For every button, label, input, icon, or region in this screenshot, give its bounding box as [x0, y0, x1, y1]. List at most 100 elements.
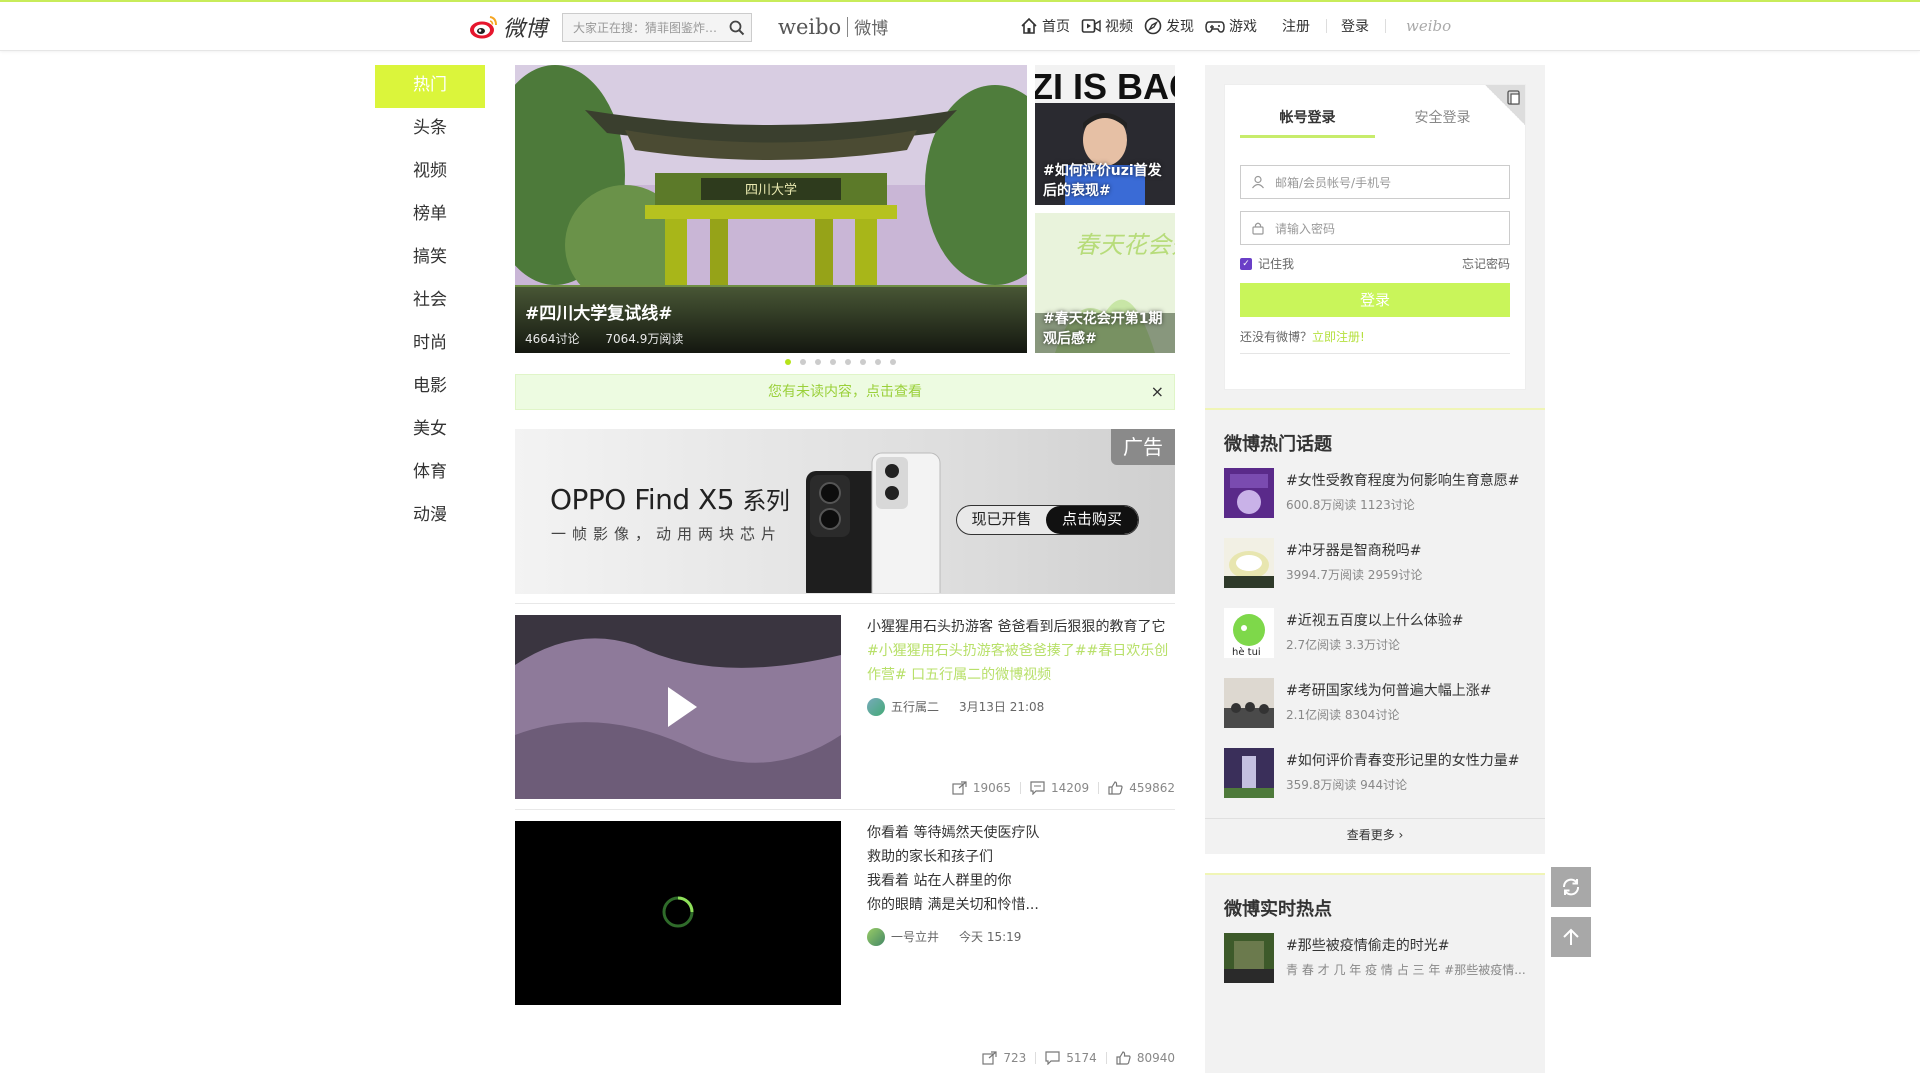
- nav-games[interactable]: 游戏: [1205, 16, 1257, 36]
- topic-title[interactable]: #那些被疫情偷走的时光#: [1286, 935, 1449, 955]
- carousel-dot[interactable]: [830, 359, 836, 365]
- like-count: 459862: [1129, 781, 1175, 795]
- nav-video-label: 视频: [1105, 19, 1133, 35]
- search-box[interactable]: 大家正在搜：猜菲图鉴炸…: [562, 13, 752, 42]
- topic-title[interactable]: #冲牙器是智商税吗#: [1286, 540, 1421, 560]
- author-name[interactable]: 五行属二: [891, 695, 939, 719]
- author-name[interactable]: 一号立井: [891, 925, 939, 949]
- leftnav-item-video[interactable]: 视频: [375, 151, 485, 194]
- login-button[interactable]: 登录: [1240, 283, 1510, 317]
- carousel-dot[interactable]: [845, 359, 851, 365]
- comment-icon: [1045, 1051, 1060, 1065]
- share-count: 723: [1003, 1051, 1027, 1065]
- feed-divider: [515, 809, 1175, 810]
- unread-notice[interactable]: 您有未读内容，点击查看 ×: [515, 374, 1175, 410]
- share-stat[interactable]: 19065: [952, 781, 1011, 795]
- home-icon: [1021, 17, 1037, 34]
- leftnav-item-hot[interactable]: 热门: [375, 65, 485, 108]
- post-line[interactable]: 你的眼睛 满是关切和怜惜...: [867, 893, 1175, 917]
- leftnav-item-funny[interactable]: 搞笑: [375, 237, 485, 280]
- nav-discover[interactable]: 发现: [1144, 16, 1194, 36]
- leftnav-item-anime[interactable]: 动漫: [375, 495, 485, 538]
- carousel-side-slide-1[interactable]: ZI IS BAC #如何评价uzi首发后的表现#: [1035, 65, 1175, 205]
- ad-tag: 广告: [1111, 429, 1175, 465]
- topic-title[interactable]: #女性受教育程度为何影响生育意愿#: [1286, 470, 1519, 490]
- forgot-password-link[interactable]: 忘记密码: [1462, 255, 1510, 272]
- refresh-button[interactable]: [1551, 867, 1591, 907]
- register-now-link[interactable]: 立即注册!: [1312, 330, 1365, 344]
- topic-thumbnail: hè tui: [1224, 608, 1274, 658]
- nav-games-label: 游戏: [1229, 19, 1257, 35]
- weibo-logo[interactable]: 微博: [469, 11, 547, 43]
- nav-video[interactable]: 视频: [1081, 16, 1133, 36]
- carousel-dot[interactable]: [890, 359, 896, 365]
- post-line[interactable]: 救助的家长和孩子们: [867, 845, 1175, 869]
- post-line[interactable]: 你看着 等待嫣然天使医疗队: [867, 821, 1175, 845]
- like-stat[interactable]: 80940: [1116, 1051, 1175, 1065]
- topic-item[interactable]: #女性受教育程度为何影响生育意愿# 600.8万阅读 1123讨论: [1224, 468, 1534, 520]
- remember-checkbox[interactable]: ✓ 记住我: [1240, 255, 1294, 272]
- topic-title[interactable]: #如何评价青春变形记里的女性力量#: [1286, 750, 1519, 770]
- search-input[interactable]: 大家正在搜：猜菲图鉴炸…: [573, 19, 723, 36]
- avatar[interactable]: [867, 698, 885, 716]
- password-field[interactable]: 请输入密码: [1240, 211, 1510, 245]
- ad-cta-buy[interactable]: 点击购买: [1046, 506, 1138, 534]
- topic-title[interactable]: #近视五百度以上什么体验#: [1286, 610, 1463, 630]
- checkbox-checked-icon[interactable]: ✓: [1240, 257, 1252, 270]
- ad-banner[interactable]: 广告 OPPO Find X5 系列 一帧影像，动用两块芯片 现已开售 点击购买: [515, 429, 1175, 594]
- hot-carousel: 四川大学 #四川大学复试线# 4664讨论 7064.9万阅读 ZI IS BA…: [515, 65, 1175, 365]
- nav-home[interactable]: 首页: [1020, 16, 1070, 36]
- ad-headline-en: OPPO Find X5: [550, 483, 735, 516]
- topic-meta: 青 春 才 几 年 疫 情 占 三 年 #那些被疫情...: [1286, 963, 1526, 977]
- search-icon[interactable]: [723, 20, 751, 36]
- close-icon[interactable]: ×: [1151, 375, 1164, 409]
- back-to-top-button[interactable]: [1551, 917, 1591, 957]
- carousel-side-slide-2[interactable]: 春天花会开 #春天花会开第1期观后感#: [1035, 213, 1175, 353]
- leftnav-item-headlines[interactable]: 头条: [375, 108, 485, 151]
- comment-stat[interactable]: 5174: [1045, 1051, 1097, 1065]
- carousel-dot[interactable]: [800, 359, 806, 365]
- register-link[interactable]: 注册: [1282, 16, 1310, 36]
- topic-item[interactable]: hè tui #近视五百度以上什么体验# 2.7亿阅读 3.3万讨论: [1224, 608, 1534, 660]
- weibo-mark[interactable]: weibo: [1406, 17, 1451, 35]
- video-thumbnail[interactable]: [515, 615, 841, 799]
- topic-item[interactable]: #冲牙器是智商税吗# 3994.7万阅读 2959讨论: [1224, 538, 1534, 590]
- feed-post: 你看着 等待嫣然天使医疗队 救助的家长和孩子们 我看着 站在人群里的你 你的眼睛…: [515, 821, 1175, 1065]
- carousel-dot[interactable]: [860, 359, 866, 365]
- post-line[interactable]: 我看着 站在人群里的你: [867, 869, 1175, 893]
- leftnav-item-fashion[interactable]: 时尚: [375, 323, 485, 366]
- topic-item[interactable]: #如何评价青春变形记里的女性力量# 359.8万阅读 944讨论: [1224, 748, 1534, 800]
- video-icon: [1081, 19, 1101, 33]
- comment-stat[interactable]: 14209: [1030, 781, 1089, 795]
- username-field[interactable]: 邮箱/会员帐号/手机号: [1240, 165, 1510, 199]
- post-tags[interactable]: #小猩猩用石头扔游客被爸爸揍了##春日欢乐创作营# 口五行属二的微博视频: [867, 639, 1175, 687]
- leftnav-item-movies[interactable]: 电影: [375, 366, 485, 409]
- tab-secure-login[interactable]: 安全登录: [1375, 107, 1510, 138]
- unread-text[interactable]: 您有未读内容，点击查看: [768, 384, 922, 400]
- ad-cta-on-sale[interactable]: 现已开售: [957, 506, 1046, 534]
- leftnav-item-society[interactable]: 社会: [375, 280, 485, 323]
- see-more-topics[interactable]: 查看更多 ›: [1205, 818, 1545, 850]
- carousel-main-title[interactable]: #四川大学复试线#: [525, 299, 1017, 324]
- post-stats: 723 5174 80940: [982, 1051, 1175, 1065]
- leftnav-item-beauty[interactable]: 美女: [375, 409, 485, 452]
- thumbs-up-icon: [1108, 781, 1123, 795]
- topic-item[interactable]: #考研国家线为何普遍大幅上涨# 2.1亿阅读 8304讨论: [1224, 678, 1534, 730]
- topic-item[interactable]: #那些被疫情偷走的时光# 青 春 才 几 年 疫 情 占 三 年 #那些被疫情.…: [1224, 933, 1534, 985]
- carousel-dot[interactable]: [785, 359, 791, 365]
- leftnav-item-rankings[interactable]: 榜单: [375, 194, 485, 237]
- topic-meta: 600.8万阅读 1123讨论: [1286, 498, 1415, 512]
- like-stat[interactable]: 459862: [1108, 781, 1175, 795]
- carousel-main-slide[interactable]: 四川大学 #四川大学复试线# 4664讨论 7064.9万阅读: [515, 65, 1027, 353]
- share-stat[interactable]: 723: [982, 1051, 1026, 1065]
- tab-account-login[interactable]: 帐号登录: [1240, 107, 1375, 138]
- avatar[interactable]: [867, 928, 885, 946]
- leftnav-item-sports[interactable]: 体育: [375, 452, 485, 495]
- login-link[interactable]: 登录: [1341, 16, 1369, 36]
- carousel-dot[interactable]: [815, 359, 821, 365]
- video-thumbnail[interactable]: [515, 821, 841, 1005]
- post-text[interactable]: 小猩猩用石头扔游客 爸爸看到后狠狠的教育了它: [867, 615, 1175, 639]
- topic-title[interactable]: #考研国家线为何普遍大幅上涨#: [1286, 680, 1491, 700]
- carousel-dot[interactable]: [875, 359, 881, 365]
- comment-icon: [1030, 781, 1045, 795]
